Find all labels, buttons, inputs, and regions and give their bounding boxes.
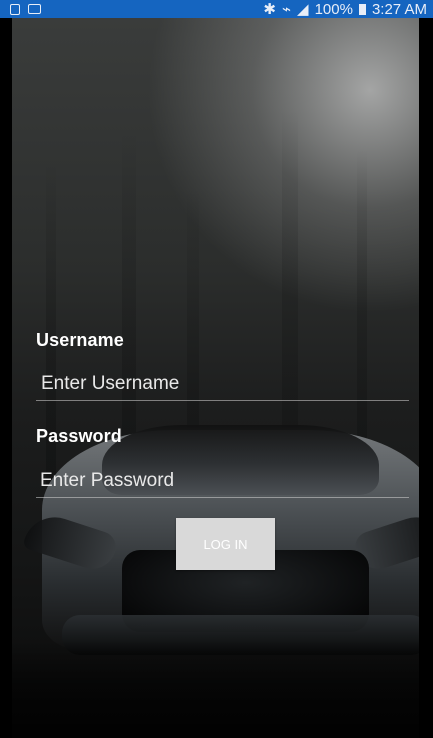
password-input[interactable]: Enter Password [40, 470, 408, 498]
username-input[interactable]: Enter Username [41, 373, 409, 401]
status-bar: ✱ ⌁ ◢ 100% 3:27 AM [0, 0, 433, 18]
battery-icon [358, 3, 366, 15]
password-label: Password [36, 426, 122, 446]
battery-percent: 100% [314, 0, 353, 18]
status-left [10, 0, 41, 18]
password-underline [36, 497, 409, 498]
time: 3:27 AM [371, 0, 427, 18]
username-underline [36, 400, 409, 401]
login-screen: ✱ ⌁ ◢ 100% 3:27 AM Username Enter Userna… [0, 0, 433, 738]
image-icon [28, 4, 41, 14]
bluetooth-icon: ✱ [263, 1, 276, 18]
bottom-fade [0, 640, 433, 738]
vibrate-icon: ⌁ [282, 1, 292, 18]
signal-icon: ◢ [297, 1, 309, 18]
notification-icon [10, 3, 20, 15]
login-button[interactable]: LOG IN [176, 518, 275, 570]
status-right: ✱ ⌁ ◢ 100% 3:27 AM [263, 0, 427, 19]
username-label: Username [36, 330, 124, 350]
